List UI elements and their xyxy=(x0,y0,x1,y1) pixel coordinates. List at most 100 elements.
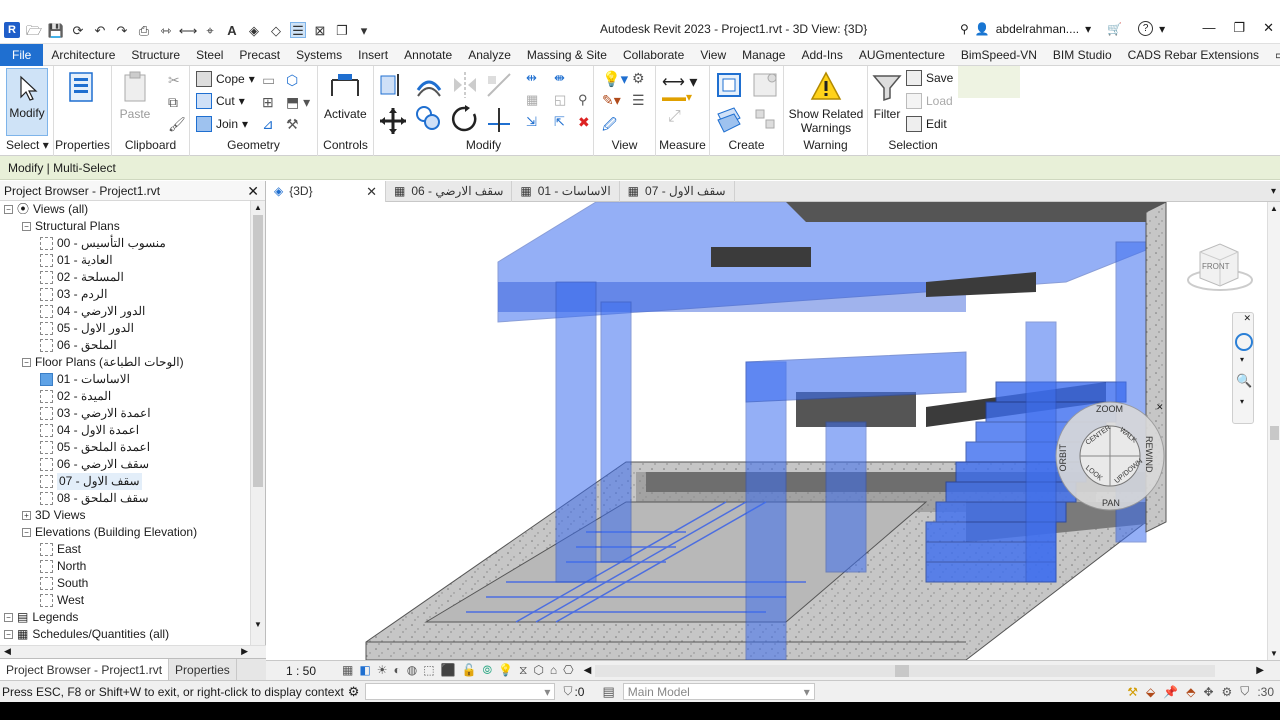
help-icon[interactable]: ? xyxy=(1138,21,1154,36)
copy-icon[interactable]: ⧉ xyxy=(168,94,178,111)
tab-architecture[interactable]: Architecture xyxy=(43,44,123,66)
delete-icon[interactable]: ✖ xyxy=(578,114,590,131)
unlocked-3d-icon[interactable]: 🔓 xyxy=(461,663,476,678)
ribbon-overflow-icon[interactable]: ▭ xyxy=(1267,44,1280,66)
cut-button[interactable]: Cut ▾ xyxy=(196,93,245,109)
tab-file[interactable]: File xyxy=(0,43,44,66)
section-icon[interactable]: ◇ xyxy=(268,22,284,38)
workset-dropdown[interactable]: ▾ xyxy=(365,683,556,700)
wheel-pan[interactable]: PAN xyxy=(1102,498,1120,508)
linework-icon[interactable]: ✎▾ xyxy=(602,92,621,109)
thin-lines-view-icon[interactable]: ☰ xyxy=(632,92,645,109)
render-icon[interactable]: ◍ xyxy=(407,663,417,678)
tab-bimspeed-vn[interactable]: BimSpeed-VN xyxy=(953,44,1045,66)
wall-opening-icon[interactable]: ⚒ xyxy=(286,116,299,133)
tab-cads-rebar-extensions[interactable]: CADS Rebar Extensions xyxy=(1120,44,1267,66)
tab-augmentecture[interactable]: AUGmentecture xyxy=(851,44,953,66)
tab-first-roof[interactable]: ▦ 07 - سقف الاول xyxy=(620,181,735,202)
constraints-icon[interactable]: ⎔ xyxy=(563,663,573,678)
close-icon[interactable]: ✕ xyxy=(1243,313,1251,324)
create-assembly-icon[interactable] xyxy=(714,70,744,100)
tree-floor-plan-item[interactable]: 07 - سقف الاول xyxy=(40,473,142,490)
collapse-icon[interactable]: − xyxy=(22,528,31,537)
cart-icon[interactable]: 🛒 xyxy=(1107,22,1122,36)
tree-3d-views[interactable]: +3D Views xyxy=(22,507,85,524)
zoom-icon[interactable]: 🔍 xyxy=(1236,373,1252,389)
view-hscrollbar[interactable] xyxy=(595,664,1216,677)
scroll-up-icon[interactable]: ▲ xyxy=(1270,204,1278,213)
scroll-up-icon[interactable]: ▲ xyxy=(254,203,262,212)
tab-properties[interactable]: Properties xyxy=(169,659,237,680)
create-group-icon[interactable] xyxy=(714,104,744,134)
chevron-down-icon[interactable]: ▾ xyxy=(1240,355,1244,364)
tree-elevation-item[interactable]: East xyxy=(40,541,81,558)
reveal-hidden-icon[interactable]: 💡 xyxy=(498,663,513,678)
filter-status-icon[interactable]: ⛉ xyxy=(1240,684,1249,699)
edit-selection-button[interactable]: Edit xyxy=(906,116,947,132)
scroll-left-icon[interactable]: ◀ xyxy=(584,665,592,676)
tab-structure[interactable]: Structure xyxy=(123,44,188,66)
array-icon[interactable]: ▦ xyxy=(526,92,538,108)
restore-icon[interactable]: ❐ xyxy=(1233,20,1245,36)
shadows-icon[interactable]: ◐ xyxy=(393,663,400,678)
highlight-displacement-icon[interactable]: ⬡ xyxy=(533,663,543,678)
properties-button[interactable] xyxy=(64,70,98,107)
collapse-icon[interactable]: − xyxy=(4,630,13,639)
collapse-icon[interactable]: − xyxy=(4,205,13,214)
collapse-icon[interactable]: − xyxy=(4,613,13,622)
detail-level-icon[interactable]: ▦ xyxy=(342,663,353,678)
tree-floor-plan-item[interactable]: 02 - الميدة xyxy=(40,388,111,405)
split-gap-icon[interactable]: ⇼ xyxy=(554,70,565,86)
tree-floor-plan-item[interactable]: 08 - سقف الملحق xyxy=(40,490,149,507)
chevron-down-icon[interactable]: ▾ xyxy=(1159,22,1165,36)
tab-manage[interactable]: Manage xyxy=(734,44,793,66)
scroll-thumb[interactable] xyxy=(895,664,910,677)
tree-structural-plan-item[interactable]: 01 - العادية xyxy=(40,252,113,269)
mirror-draw-icon[interactable] xyxy=(484,70,514,100)
model-dropdown[interactable]: Main Model ▾ xyxy=(622,683,815,700)
select-pinned-icon[interactable]: 📌 xyxy=(1163,685,1178,699)
scroll-right-icon[interactable]: ▶ xyxy=(241,646,248,657)
scroll-thumb[interactable] xyxy=(1270,426,1279,440)
tree-floor-plan-item[interactable]: 05 - اعمدة الملحق xyxy=(40,439,150,456)
trim-extend-icon[interactable] xyxy=(484,104,514,134)
steering-wheel-icon[interactable] xyxy=(1235,333,1253,351)
tab-add-ins[interactable]: Add-Ins xyxy=(793,44,850,66)
project-browser-vscrollbar[interactable]: ▲ ▼ xyxy=(250,201,265,645)
wheel-rewind[interactable]: REWIND xyxy=(1144,436,1154,473)
scroll-down-icon[interactable]: ▼ xyxy=(254,620,262,629)
revit-logo-icon[interactable]: R xyxy=(4,22,20,38)
create-parts-icon[interactable] xyxy=(750,70,780,100)
split-face-icon[interactable]: ⬡ xyxy=(286,72,298,89)
cut-scissors-icon[interactable]: ✂ xyxy=(168,72,180,89)
tree-structural-plan-item[interactable]: 00 - منسوب التأسيس xyxy=(40,235,166,252)
paint-icon[interactable]: ⬒ ▾ xyxy=(286,94,310,111)
tab-insert[interactable]: Insert xyxy=(350,44,396,66)
close-icon[interactable]: ✕ xyxy=(366,181,377,202)
analytical-model-icon[interactable]: ⌂ xyxy=(550,663,557,678)
minimize-icon[interactable]: — xyxy=(1202,20,1215,36)
tab-analyze[interactable]: Analyze xyxy=(460,44,519,66)
measure-icon[interactable]: ⇿ xyxy=(158,22,174,38)
tab-precast[interactable]: Precast xyxy=(231,44,288,66)
tab-ground-roof[interactable]: ▦ 06 - سقف الارضي xyxy=(386,181,513,202)
join-button[interactable]: Join ▾ xyxy=(196,116,248,132)
tree-floor-plan-item[interactable]: 04 - اعمدة الاول xyxy=(40,422,139,439)
scale-icon[interactable]: ◱ xyxy=(554,92,566,108)
tree-structural-plans[interactable]: − Structural Plans xyxy=(22,218,120,235)
close-icon[interactable]: ✕ xyxy=(1263,20,1274,36)
tab-bim-studio[interactable]: BIM Studio xyxy=(1045,44,1120,66)
match-properties-icon[interactable]: 🖌 xyxy=(168,116,186,133)
project-browser-hscrollbar[interactable]: ◀ ▶ xyxy=(0,645,266,658)
demolish-icon[interactable]: ⊿ xyxy=(262,116,274,133)
modify-button[interactable]: Modify xyxy=(6,68,48,136)
crop-view-icon[interactable]: ⬚ xyxy=(423,663,434,678)
print-icon[interactable]: ⎙ xyxy=(136,22,152,38)
worksharing-icon[interactable]: ⧖ xyxy=(519,663,527,678)
navigation-wheel[interactable]: ZOOM REWIND PAN ORBIT CENTER WALK LOOK U… xyxy=(1054,400,1166,512)
lightbulb-icon[interactable]: 💡▾ xyxy=(602,70,628,88)
override-graphics-icon[interactable]: ⚙ xyxy=(632,70,645,87)
tree-elevation-item[interactable]: South xyxy=(40,575,88,592)
scroll-left-icon[interactable]: ◀ xyxy=(4,646,11,657)
view-scale[interactable]: 1 : 50 xyxy=(266,664,336,678)
